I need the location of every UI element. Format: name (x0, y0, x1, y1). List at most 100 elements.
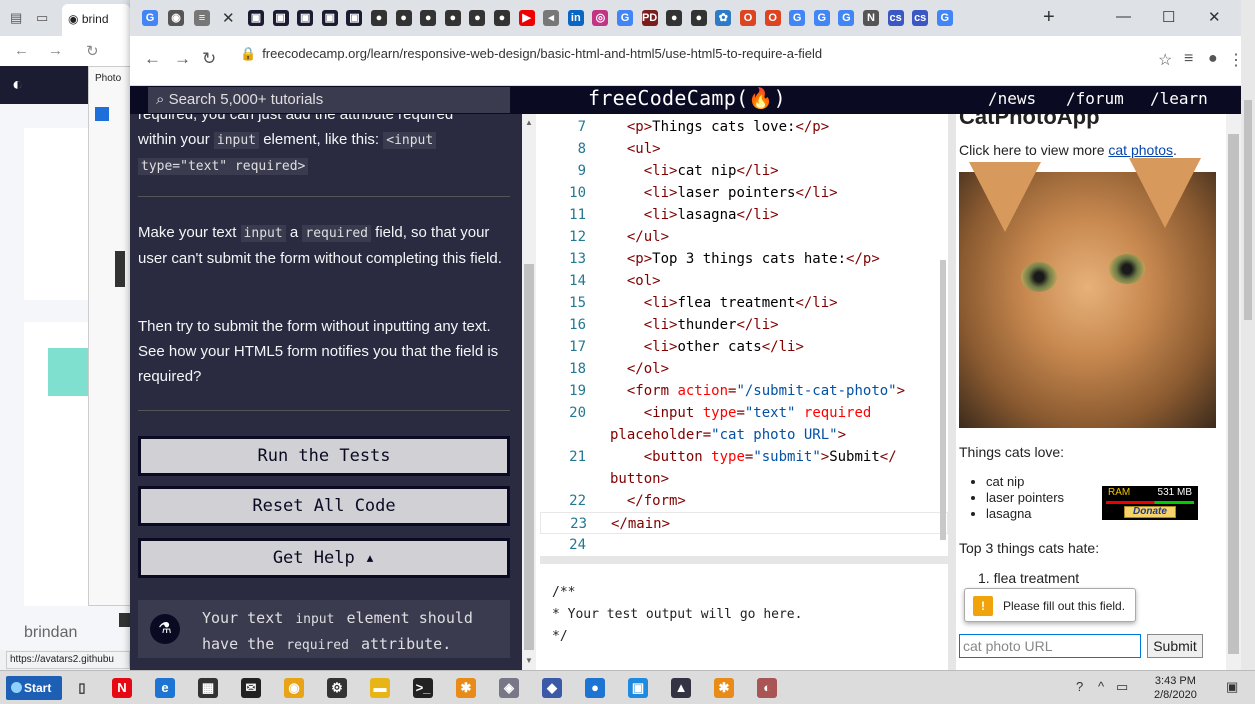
reload-icon[interactable]: ↻ (86, 42, 99, 60)
clock[interactable]: 3:43 PM 2/8/2020 (1154, 674, 1197, 702)
google-tab-1[interactable]: G (617, 10, 633, 26)
gh-tab-1[interactable]: ● (371, 10, 387, 26)
cat-photos-link[interactable]: cat photos (1108, 142, 1173, 158)
app-icon-1[interactable]: ◈ (499, 678, 519, 698)
donate-button[interactable]: Donate (1124, 506, 1176, 518)
minimize-button[interactable]: — (1116, 8, 1131, 25)
profile-icon[interactable]: ● (1208, 50, 1218, 68)
slack-icon-2[interactable]: ✱ (714, 678, 734, 698)
tab-list-icon[interactable]: ▭ (36, 10, 48, 26)
app-icon-3[interactable]: ● (585, 678, 605, 698)
google-tab-3[interactable]: G (813, 10, 830, 26)
code-line[interactable]: 19 <form action="/submit-cat-photo"> (540, 380, 948, 402)
gh-tab-2[interactable]: ● (395, 10, 412, 26)
help-icon[interactable]: ? (1076, 679, 1083, 694)
cat-photo[interactable] (959, 158, 1216, 428)
task-view-icon[interactable]: ▯ (72, 678, 92, 698)
submit-button[interactable]: Submit (1147, 634, 1203, 658)
reading-list-icon[interactable]: ≡ (1184, 50, 1193, 68)
run-tests-button[interactable]: Run the Tests (138, 436, 510, 476)
back-arrow-icon[interactable]: ← (14, 42, 29, 59)
notifications-icon[interactable]: ▣ (1226, 679, 1238, 695)
preview-scrollbar[interactable] (1226, 114, 1241, 670)
gh-tab-5[interactable]: ● (469, 10, 486, 26)
scrollbar-thumb[interactable] (1244, 100, 1252, 320)
store-icon[interactable]: ▦ (198, 678, 218, 698)
linkedin-tab[interactable]: in (567, 10, 584, 26)
code-line[interactable]: 12 </ul> (540, 226, 948, 248)
youtube-tab[interactable]: ▶ (518, 10, 535, 26)
terminal-icon[interactable]: >_ (413, 678, 433, 698)
explorer-icon[interactable]: ▬ (370, 678, 390, 698)
chrome-icon[interactable]: ◉ (284, 678, 304, 698)
code-line[interactable]: 23 </main> (540, 512, 948, 534)
google-tab-2[interactable]: G (789, 10, 806, 26)
scrollbar-thumb[interactable] (524, 264, 534, 650)
fcc-tab-2[interactable]: ▣ (272, 10, 289, 26)
new-tab-button[interactable]: + (1043, 6, 1055, 29)
code-line[interactable]: 10 <li>laser pointers</li> (540, 182, 948, 204)
mail-icon[interactable]: ✉ (241, 678, 261, 698)
fcc-tab-1[interactable]: ▣ (248, 10, 264, 26)
app-icon-5[interactable]: ◐ (757, 678, 777, 698)
google-tab-5[interactable]: G (936, 10, 953, 26)
background-scrollbar[interactable] (1241, 0, 1255, 670)
code-line[interactable]: button> (540, 468, 948, 490)
code-line[interactable]: 11 <li>lasagna</li> (540, 204, 948, 226)
code-line[interactable]: 14 <ol> (540, 270, 948, 292)
scroll-down-icon[interactable]: ▼ (525, 656, 533, 665)
pd-tab[interactable]: PD (641, 10, 658, 26)
tray-chevron-icon[interactable]: ^ (1098, 679, 1104, 694)
audio-tab[interactable]: ◂ (543, 10, 560, 26)
forward-arrow-icon[interactable]: → (174, 49, 191, 69)
slack-icon[interactable]: ✱ (456, 678, 476, 698)
opera-tab-2[interactable]: O (764, 10, 781, 26)
fcc-logo[interactable]: freeCodeCamp(🔥) (588, 86, 786, 110)
code-line[interactable]: 16 <li>thunder</li> (540, 314, 948, 336)
github-tab[interactable]: ◉ (168, 10, 184, 26)
back-arrow-icon[interactable]: ← (144, 49, 161, 69)
gh-tab-6[interactable]: ● (494, 10, 510, 26)
network-icon[interactable]: ▭ (1116, 679, 1128, 695)
editor-scrollbar[interactable] (940, 260, 946, 540)
reset-code-button[interactable]: Reset All Code (138, 486, 510, 526)
background-tab[interactable]: ◉ brind (62, 4, 130, 36)
code-line[interactable]: 21 <button type="submit">Submit</ (540, 446, 948, 468)
code-line[interactable]: 15 <li>flea treatment</li> (540, 292, 948, 314)
gh-tab-8[interactable]: ● (690, 10, 707, 26)
scroll-up-icon[interactable]: ▲ (525, 118, 533, 127)
code-line[interactable]: 20 <input type="text" required (540, 402, 948, 424)
app-icon-2[interactable]: ◆ (542, 678, 562, 698)
nav-link-forum[interactable]: /forum (1066, 89, 1124, 108)
code-line[interactable]: 22 </form> (540, 490, 948, 512)
gh-tab-7[interactable]: ● (666, 10, 683, 26)
fcc-tab-5[interactable]: ▣ (346, 10, 363, 26)
code-line[interactable]: 8 <ul> (540, 138, 948, 160)
code-line[interactable]: 18 </ol> (540, 358, 948, 380)
app-icon-4[interactable]: ▣ (628, 678, 648, 698)
instructions-scrollbar[interactable]: ▲ ▼ (522, 114, 536, 670)
code-editor[interactable]: 7 <p>Things cats love:</p> 8 <ul> 9 <li>ca… (540, 114, 948, 556)
close-tab-icon[interactable]: ✕ (222, 9, 235, 27)
code-line[interactable]: 17 <li>other cats</li> (540, 336, 948, 358)
google-tab-4[interactable]: G (838, 10, 855, 26)
cs-tab-2[interactable]: cs (912, 10, 929, 26)
fcc-tab-3[interactable]: ▣ (297, 10, 314, 26)
pane-divider[interactable] (948, 114, 956, 670)
start-button[interactable]: Start (6, 676, 62, 700)
settings-icon[interactable]: ⚙ (327, 678, 347, 698)
reload-icon[interactable]: ↻ (202, 49, 216, 69)
photos-icon[interactable]: ▲ (671, 678, 691, 698)
instagram-tab[interactable]: ◎ (592, 10, 609, 26)
close-window-button[interactable]: ✕ (1208, 8, 1221, 26)
code-line[interactable]: 7 <p>Things cats love:</p> (540, 116, 948, 138)
nav-link-news[interactable]: /news (988, 89, 1036, 108)
get-help-button[interactable]: Get Help ▴ (138, 538, 510, 578)
code-line[interactable]: 24 (540, 534, 948, 556)
address-bar[interactable]: 🔒 freecodecamp.org/learn/responsive-web-d… (226, 42, 1146, 66)
code-line[interactable]: 13 <p>Top 3 things cats hate:</p> (540, 248, 948, 270)
cs-tab-1[interactable]: cs (887, 10, 904, 26)
search-input[interactable]: ⌕ Search 5,000+ tutorials (148, 87, 510, 113)
app-tab[interactable]: ✿ (715, 10, 732, 26)
cat-photo-url-input[interactable]: cat photo URL (959, 634, 1141, 658)
